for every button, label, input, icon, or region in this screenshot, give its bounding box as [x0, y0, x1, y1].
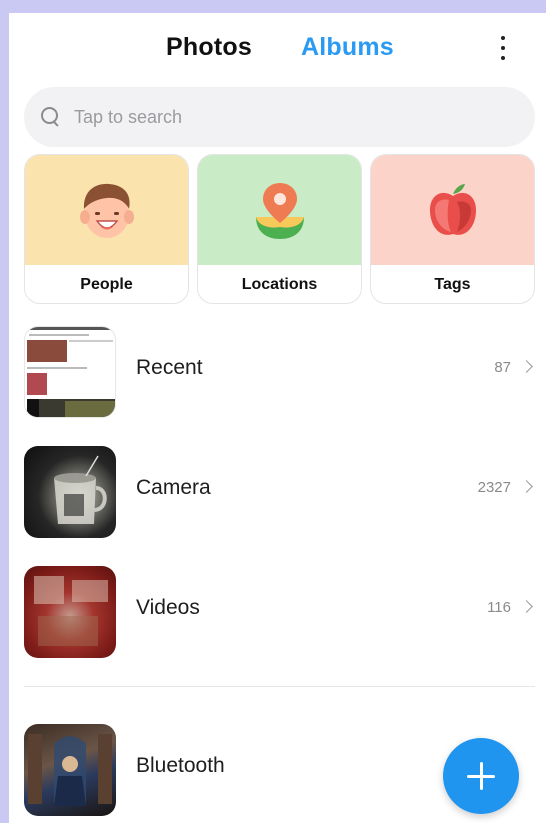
search-icon	[40, 106, 62, 128]
album-videos[interactable]: Videos 116	[24, 566, 535, 658]
album-camera[interactable]: Camera 2327	[24, 446, 535, 538]
tab-photos[interactable]: Photos	[166, 33, 252, 62]
top-tabs: Photos Albums	[9, 33, 546, 67]
more-vertical-icon[interactable]	[495, 33, 511, 63]
album-thumbnail	[24, 566, 116, 658]
map-pin-icon	[255, 183, 304, 239]
albums-screen: Photos Albums People	[9, 13, 546, 823]
chevron-right-icon	[520, 360, 533, 373]
chevron-right-icon	[520, 600, 533, 613]
album-name: Recent	[136, 356, 203, 379]
category-tags[interactable]: Tags	[370, 154, 535, 304]
add-album-button[interactable]	[443, 738, 519, 814]
tab-albums[interactable]: Albums	[301, 33, 394, 62]
search-input[interactable]	[74, 106, 494, 128]
album-thumbnail	[24, 326, 116, 418]
album-count: 116	[487, 599, 511, 616]
category-label: Tags	[434, 276, 471, 293]
album-name: Camera	[136, 476, 211, 499]
chevron-right-icon	[520, 480, 533, 493]
person-face-icon	[79, 183, 134, 238]
category-label: People	[80, 276, 133, 293]
album-name: Videos	[136, 596, 200, 619]
search-bar[interactable]	[24, 87, 535, 147]
album-thumbnail	[24, 446, 116, 538]
album-recent[interactable]: Recent 87	[24, 326, 535, 418]
album-count: 2327	[477, 479, 511, 496]
category-locations[interactable]: Locations	[197, 154, 362, 304]
divider	[24, 686, 535, 687]
album-count: 87	[494, 359, 511, 376]
apple-tag-icon	[429, 184, 476, 235]
category-people[interactable]: People	[24, 154, 189, 304]
category-label: Locations	[241, 276, 318, 293]
album-name: Bluetooth	[136, 754, 225, 777]
album-thumbnail	[24, 724, 116, 816]
